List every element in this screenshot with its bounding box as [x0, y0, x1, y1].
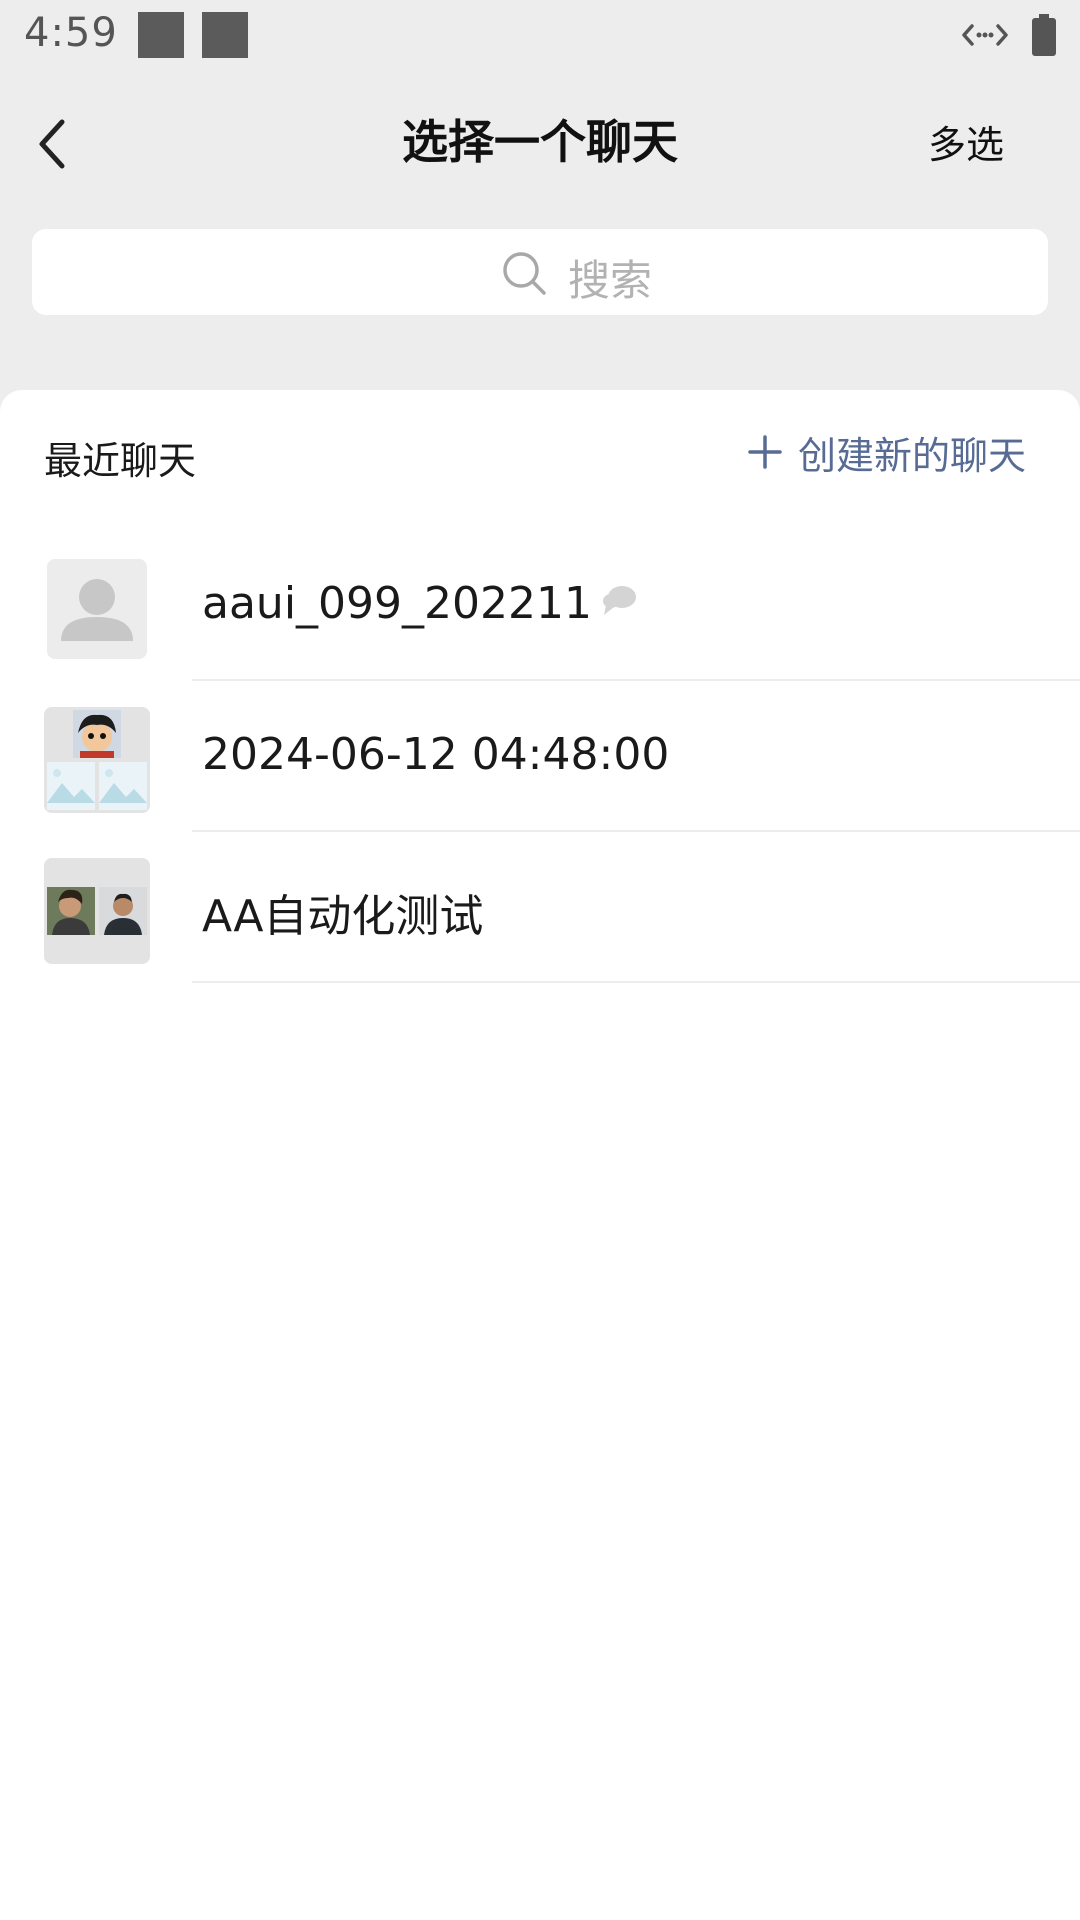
battery-icon: [1032, 14, 1056, 56]
status-time: 4:59: [24, 10, 118, 56]
group-avatar-grid: [44, 707, 150, 813]
group-avatar: [44, 858, 150, 964]
share-to-chat-screen: 4:59 选择一个聊天 多选 搜索 最近聊天 创建新的聊天 aaui_099_2…: [0, 0, 1080, 1920]
create-new-chat-button[interactable]: 创建新的聊天: [748, 426, 1026, 478]
search-icon: [503, 252, 546, 295]
create-new-chat-label: 创建新的聊天: [797, 433, 1026, 478]
chat-list-item[interactable]: AA自动化测试: [0, 832, 1080, 983]
row-divider: [192, 981, 1080, 983]
recent-chats-panel: 最近聊天 创建新的聊天 aaui_099_202211 2024-06-12 0…: [0, 390, 1080, 1920]
section-title: 最近聊天: [44, 439, 197, 483]
header: 选择一个聊天 多选: [0, 76, 1080, 206]
chat-name: aaui_099_202211: [202, 578, 638, 629]
data-transfer-icon: [962, 24, 1008, 46]
chat-list-item[interactable]: aaui_099_202211: [0, 530, 1080, 681]
page-title: 选择一个聊天: [402, 115, 678, 169]
chat-name-text: aaui_099_202211: [202, 578, 592, 629]
mute-notification-icon: [602, 586, 636, 615]
multi-select-button[interactable]: 多选: [928, 114, 1004, 169]
chat-name: AA自动化测试: [202, 891, 484, 942]
chat-name: 2024-06-12 04:48:00: [202, 729, 670, 780]
notification-icon: [138, 12, 184, 58]
notification-icon: [202, 12, 248, 58]
avatar: [47, 559, 147, 659]
plus-icon: [748, 435, 782, 469]
search-input[interactable]: 搜索: [32, 229, 1048, 315]
default-avatar-icon: [61, 579, 133, 641]
chat-list: aaui_099_202211 2024-06-12 04:48:00 AA自动…: [0, 530, 1080, 983]
status-bar: 4:59: [0, 0, 1080, 76]
group-avatar: [44, 707, 150, 813]
search-placeholder: 搜索: [568, 256, 653, 305]
group-avatar-grid: [44, 858, 150, 964]
chat-list-item[interactable]: 2024-06-12 04:48:00: [0, 681, 1080, 832]
